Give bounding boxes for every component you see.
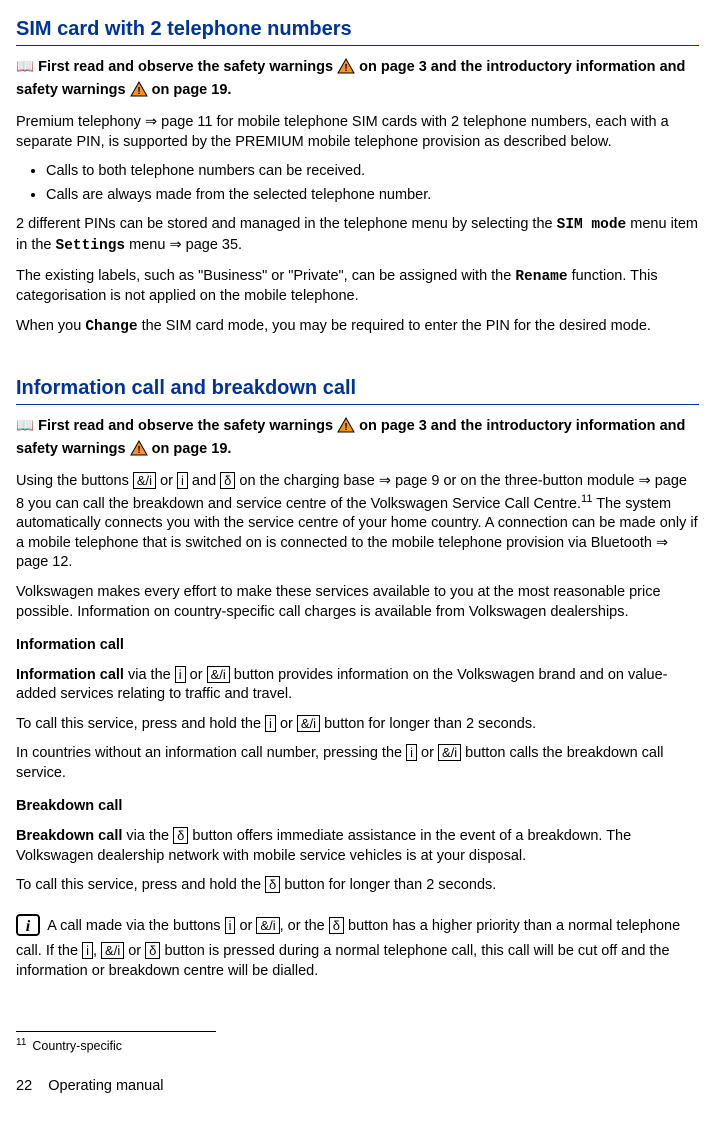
svg-text:!: ! xyxy=(344,422,347,433)
footnote: 11Country-specific xyxy=(16,1036,699,1055)
paragraph: To call this service, press and hold the… xyxy=(16,715,699,735)
warning-icon: ! xyxy=(337,417,355,440)
button-amp-i: &/i xyxy=(207,666,230,683)
paragraph: In countries without an information call… xyxy=(16,744,699,783)
button-i: i xyxy=(225,917,236,934)
button-wrench: δ xyxy=(329,917,344,934)
subheading-info-call: Information call xyxy=(16,636,699,656)
button-amp-i: &/i xyxy=(438,744,461,761)
paragraph: Using the buttons &/i or i and δ on the … xyxy=(16,472,699,573)
button-i: i xyxy=(175,666,186,683)
info-icon: i xyxy=(16,914,40,943)
warning-icon: ! xyxy=(337,58,355,81)
warning-icon: ! xyxy=(130,81,148,104)
button-i: i xyxy=(82,942,93,959)
list-item: Calls to both telephone numbers can be r… xyxy=(46,162,699,182)
svg-text:i: i xyxy=(26,918,31,935)
safety-warning-1: 📖 First read and observe the safety warn… xyxy=(16,58,699,103)
footnote-ref: 11 xyxy=(581,493,592,505)
button-amp-i: &/i xyxy=(133,472,156,489)
button-wrench: δ xyxy=(173,827,188,844)
button-amp-i: &/i xyxy=(101,942,124,959)
paragraph: When you Change the SIM card mode, you m… xyxy=(16,317,699,338)
svg-text:!: ! xyxy=(137,86,140,97)
section-heading-sim: SIM card with 2 telephone numbers xyxy=(16,16,699,46)
list-item: Calls are always made from the selected … xyxy=(46,186,699,206)
paragraph: Breakdown call via the δ button offers i… xyxy=(16,827,699,866)
footer-label: Operating manual xyxy=(48,1078,163,1094)
footnote-separator xyxy=(16,1031,216,1032)
bullet-list: Calls to both telephone numbers can be r… xyxy=(16,162,699,205)
paragraph: 2 different PINs can be stored and manag… xyxy=(16,215,699,256)
page-footer: 22 Operating manual xyxy=(16,1077,699,1097)
button-wrench: δ xyxy=(145,942,160,959)
button-wrench: δ xyxy=(220,472,235,489)
menu-item-sim-mode: SIM mode xyxy=(557,217,627,233)
svg-text:!: ! xyxy=(344,63,347,74)
svg-text:!: ! xyxy=(137,445,140,456)
bookmark-icon: 📖 xyxy=(16,418,38,434)
menu-item-settings: Settings xyxy=(56,238,126,254)
button-wrench: δ xyxy=(265,876,280,893)
safety-warning-2: 📖 First read and observe the safety warn… xyxy=(16,417,699,462)
paragraph: To call this service, press and hold the… xyxy=(16,876,699,896)
paragraph: The existing labels, such as "Business" … xyxy=(16,267,699,307)
paragraph: Premium telephony ⇒ page 11 for mobile t… xyxy=(16,113,699,152)
button-i: i xyxy=(406,744,417,761)
bookmark-icon: 📖 xyxy=(16,59,38,75)
function-rename: Rename xyxy=(515,269,567,285)
button-i: i xyxy=(265,715,276,732)
paragraph: Volkswagen makes every effort to make th… xyxy=(16,583,699,622)
button-amp-i: &/i xyxy=(297,715,320,732)
warning-icon: ! xyxy=(130,440,148,463)
function-change: Change xyxy=(85,319,137,335)
page-number: 22 xyxy=(16,1078,32,1094)
button-i: i xyxy=(177,472,188,489)
section-heading-info-call: Information call and breakdown call xyxy=(16,375,699,405)
paragraph: Information call via the i or &/i button… xyxy=(16,666,699,705)
subheading-breakdown-call: Breakdown call xyxy=(16,797,699,817)
button-amp-i: &/i xyxy=(256,917,279,934)
info-note: i A call made via the buttons i or &/i, … xyxy=(16,914,699,982)
